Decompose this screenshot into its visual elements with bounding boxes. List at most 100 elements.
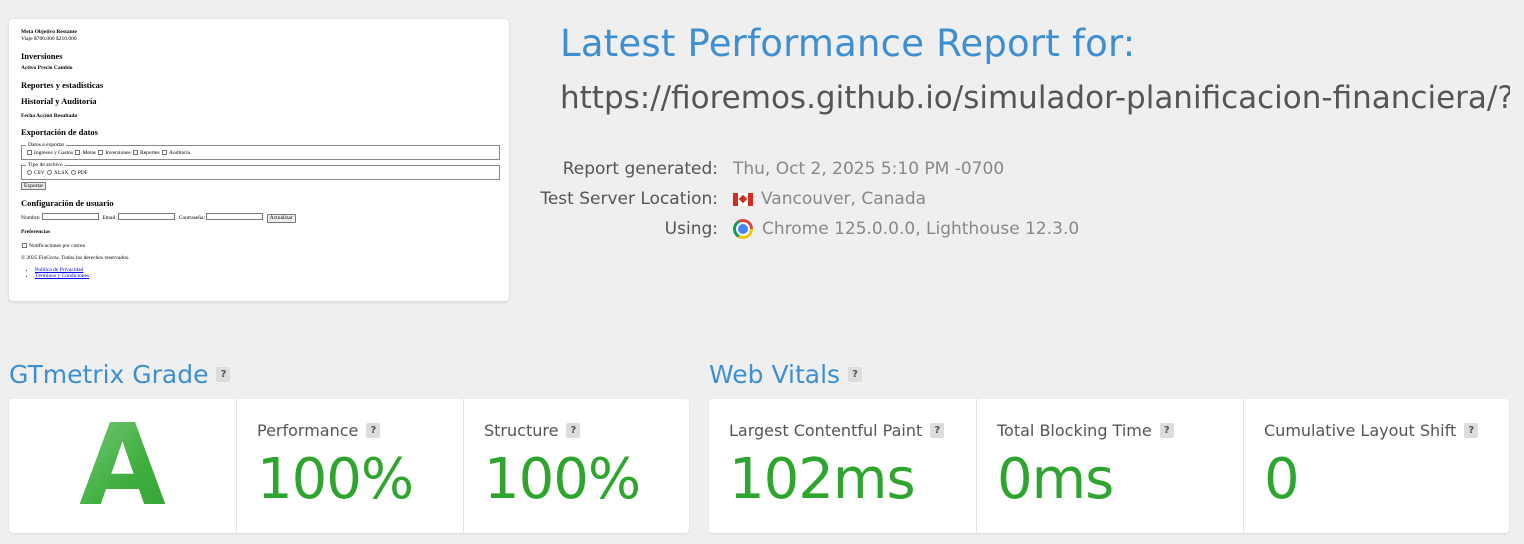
meta-value: Vancouver, Canada [733,189,926,209]
cls-cell: Cumulative Layout Shift ? 0 [1243,399,1509,533]
meta-value: Chrome 125.0.0.0, Lighthouse 12.3.0 [733,219,1079,239]
thumb-radio [46,169,52,175]
meta-label: Report generated: [562,159,718,179]
thumb-input [41,213,99,220]
meta-label: Using: [664,219,718,239]
canada-flag-icon [733,192,753,206]
performance-value: 100% [257,447,414,512]
structure-label-row: Structure ? [484,421,581,440]
gtmetrix-grade-card: A Performance ? 100% Structure ? 100% [9,399,689,533]
performance-cell: Performance ? 100% [236,399,463,533]
help-icon[interactable]: ? [848,367,863,382]
meta-row-generated: Report generated: Thu, Oct 2, 2025 5:10 … [540,154,1140,184]
structure-value: 100% [484,447,641,512]
thumb-checkbox [75,149,81,155]
thumb-legend: Tipo de archivo [28,161,63,168]
thumb-heading: Exportación de datos [21,127,98,138]
thumb-text: Notificaciones por correo [29,242,86,249]
thumb-text: Activo Precio Cambio [21,65,73,72]
meta-value-text: Vancouver, Canada [761,189,927,209]
thumb-checkbox [22,242,27,248]
thumb-text: Metas [82,149,96,156]
thumb-button: Actualizar [266,214,296,223]
cls-label: Cumulative Layout Shift [1264,421,1457,440]
thumb-text: Fecha Acción Resultado [21,112,78,119]
grade-cell: A [9,399,236,533]
structure-label: Structure [484,421,559,440]
tbt-label-row: Total Blocking Time ? [997,421,1174,440]
report-meta: Report generated: Thu, Oct 2, 2025 5:10 … [540,154,1140,244]
thumb-radio [70,169,76,175]
thumb-heading: Inversiones [21,50,63,61]
thumb-text: Reportes [140,149,160,156]
section-title-text: Web Vitals [709,360,841,389]
thumb-heading: Historial y Auditoría [21,95,97,106]
tbt-cell: Total Blocking Time ? 0ms [976,399,1243,533]
thumb-heading: Reportes y estadísticas [21,80,104,91]
help-icon[interactable]: ? [1464,423,1479,438]
grade-letter: A [9,404,236,528]
thumb-text: Auditoría [168,149,191,156]
thumb-form-row: Nombre: Email: Contraseña: Actualizar [21,213,504,223]
thumb-fieldset: Tipo de archivo CSV XLSX PDF [21,161,500,180]
thumb-text: XLSX [53,169,69,176]
meta-row-using: Using: Chrome 125.0.0.0, Lighthouse 12.3… [540,214,1140,244]
gtmetrix-grade-title: GTmetrix Grade ? [9,360,231,389]
page-screenshot-thumbnail[interactable]: Meta Objetivo Restante Viaje $700.000 $2… [9,19,509,301]
thumb-links: Política de Privacidad Términos y Condic… [35,267,504,281]
report-url[interactable]: https://fioremos.github.io/simulador-pla… [560,80,1510,116]
thumb-radio [27,169,32,175]
help-icon[interactable]: ? [566,423,581,438]
meta-value: Thu, Oct 2, 2025 5:10 PM -0700 [733,159,1004,179]
thumb-list-item: Política de Privacidad [35,267,504,274]
meta-row-location: Test Server Location: Vancouver, Canada [540,184,1140,214]
cls-value: 0 [1264,447,1300,512]
performance-label: Performance [257,421,359,440]
web-vitals-title: Web Vitals ? [709,360,863,389]
thumb-text: Email: [102,215,117,221]
thumb-text: Notificaciones por correo [21,242,504,250]
thumb-input [206,213,264,220]
thumb-list-item: Términos y Condiciones [35,273,504,280]
thumb-text: Preferencias [21,228,51,235]
thumb-checkbox [27,149,32,155]
thumb-text: CSV [34,169,45,176]
section-title-text: GTmetrix Grade [9,360,209,389]
thumb-checkbox [98,149,104,155]
thumb-text: Ingresos y Gastos [34,149,74,156]
meta-value-text: Chrome 125.0.0.0, Lighthouse 12.3.0 [762,219,1080,239]
thumb-heading: Configuración de usuario [21,198,114,209]
lcp-label: Largest Contentful Paint [729,421,923,440]
meta-label: Test Server Location: [540,189,718,209]
performance-label-row: Performance ? [257,421,381,440]
thumb-input [118,213,176,220]
thumb-checkbox [161,149,167,155]
lcp-value: 102ms [729,447,916,512]
meta-value-text: Thu, Oct 2, 2025 5:10 PM -0700 [733,159,1005,179]
lcp-cell: Largest Contentful Paint ? 102ms [709,399,976,533]
help-icon[interactable]: ? [1159,423,1174,438]
thumb-button: Exportar [21,181,47,191]
thumb-link: Política de Privacidad [35,266,84,273]
help-icon[interactable]: ? [930,423,945,438]
tbt-value: 0ms [997,447,1114,512]
help-icon[interactable]: ? [216,367,231,382]
thumb-checkbox [133,149,139,155]
help-icon[interactable]: ? [366,423,381,438]
thumb-text: Contraseña: [178,215,206,221]
web-vitals-card: Largest Contentful Paint ? 102ms Total B… [709,399,1509,533]
thumb-text: Inversiones [105,149,131,156]
thumb-text: Nombre: [21,215,41,221]
report-title: Latest Performance Report for: [560,22,1136,65]
thumb-legend: Datos a exportar [28,142,65,148]
thumb-link: Términos y Condiciones [35,273,90,280]
tbt-label: Total Blocking Time [997,421,1152,440]
thumb-text: © 2025 FinGrow. Todos los derechos reser… [21,254,130,261]
thumb-text: Meta Objetivo Restante [21,29,77,35]
thumb-fieldset: Datos a exportar Ingresos y Gastos Metas… [21,142,500,160]
thumb-text: Viaje $700.000 $210.000 [21,35,77,42]
structure-cell: Structure ? 100% [463,399,689,533]
chrome-icon [733,219,753,239]
cls-label-row: Cumulative Layout Shift ? [1264,421,1479,440]
thumb-text: PDF [77,169,88,176]
